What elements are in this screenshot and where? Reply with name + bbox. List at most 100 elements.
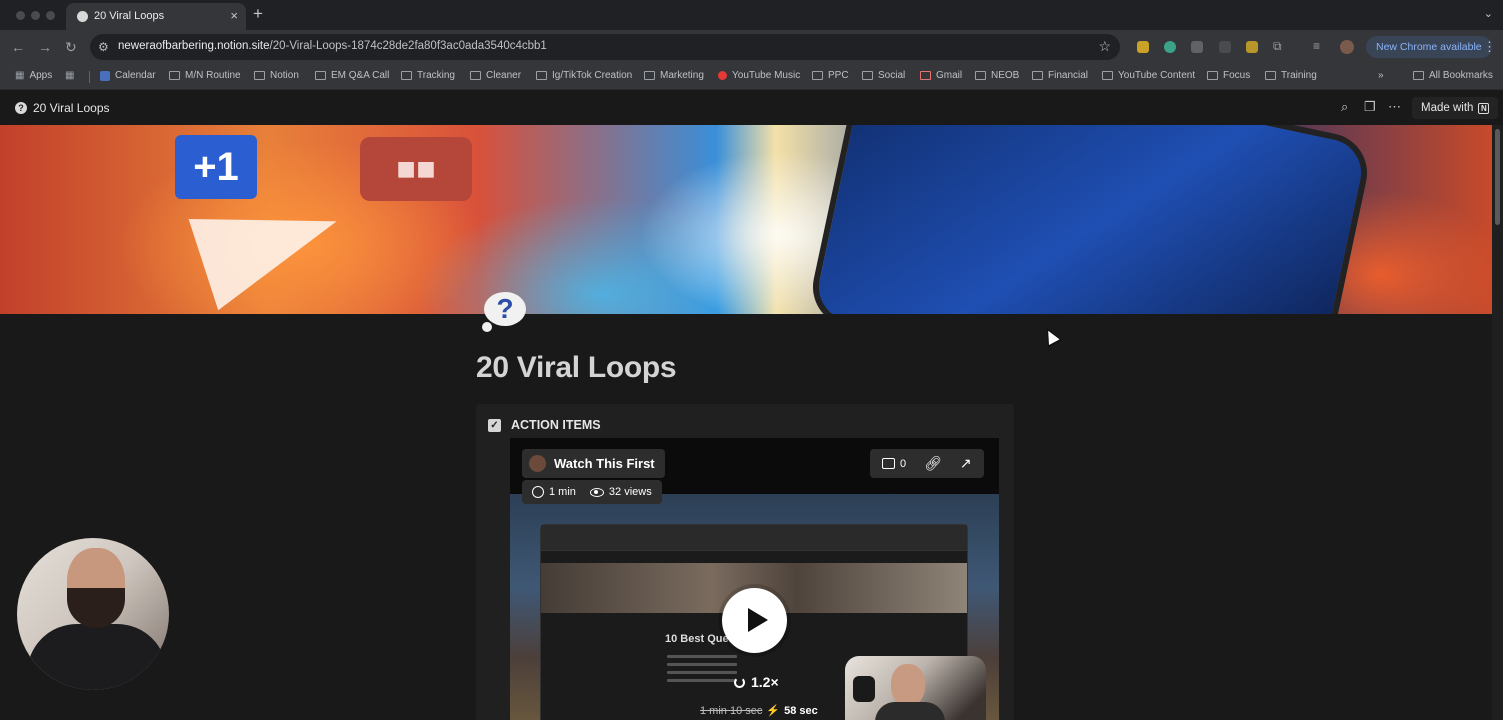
folder-icon xyxy=(1207,71,1218,80)
bookmark-folder[interactable]: Cleaner xyxy=(470,70,521,81)
video-embed[interactable]: 10 Best Ques Watch This First 1 min 32 v… xyxy=(510,438,999,720)
bookmark-all[interactable]: All Bookmarks xyxy=(1413,70,1493,81)
forward-icon[interactable]: → xyxy=(38,39,52,55)
speed-gauge-icon xyxy=(734,676,745,688)
page-title: 20 Viral Loops xyxy=(476,351,677,384)
scrollbar-thumb[interactable] xyxy=(1495,129,1500,225)
lightning-icon: ⚡ xyxy=(766,705,781,717)
cover-chip-graphic: ◼◼ xyxy=(360,137,472,201)
url-text[interactable]: neweraofbarbering.notion.site/20-Viral-L… xyxy=(118,40,547,52)
comment-icon xyxy=(882,458,895,469)
bookmark-folder[interactable]: Ig/TikTok Creation xyxy=(536,70,632,81)
chrome-menu-icon[interactable]: ⋮ xyxy=(1483,39,1496,55)
clock-icon xyxy=(532,486,544,498)
folder-icon xyxy=(169,71,180,80)
eye-icon xyxy=(589,487,604,497)
folder-icon xyxy=(975,71,986,80)
bookmark-folder[interactable]: YouTube Content xyxy=(1102,70,1195,81)
duplicate-icon[interactable]: ❐ xyxy=(1364,99,1376,115)
bookmark-folder[interactable]: PPC xyxy=(812,70,849,81)
video-actions-chip: 0 🔗︎ ↗ xyxy=(870,449,984,478)
bookmark-folder[interactable]: Training xyxy=(1265,70,1317,81)
extension-icon[interactable] xyxy=(1219,41,1231,53)
profile-avatar[interactable] xyxy=(1340,40,1354,54)
bookmark-separator xyxy=(89,71,90,83)
more-bookmarks-icon[interactable]: » xyxy=(1378,70,1384,81)
microphone-graphic xyxy=(853,676,875,702)
chrome-update-button[interactable]: New Chrome available xyxy=(1366,36,1492,58)
link-icon[interactable]: 🔗︎ xyxy=(924,455,942,472)
new-tab-icon[interactable]: + xyxy=(253,4,263,24)
bookmark-folder[interactable]: Focus xyxy=(1207,70,1250,81)
reading-grid-icon[interactable]: ▦ xyxy=(65,70,74,81)
bookmark-folder[interactable]: Social xyxy=(862,70,905,81)
webcam-bubble[interactable] xyxy=(17,538,169,690)
tab-title: 20 Viral Loops xyxy=(94,10,165,22)
close-tab-icon[interactable]: × xyxy=(230,8,238,23)
folder-icon xyxy=(1265,71,1276,80)
callout-title: ACTION ITEMS xyxy=(511,418,601,432)
search-icon[interactable]: ⌕ xyxy=(1341,99,1348,115)
bookmark-folder[interactable]: Notion xyxy=(254,70,299,81)
bookmark-folder[interactable]: EM Q&A Call xyxy=(315,70,389,81)
maximize-window-dot[interactable] xyxy=(46,11,55,20)
browser-tab[interactable]: 20 Viral Loops × xyxy=(66,3,246,30)
breadcrumb[interactable]: 20 Viral Loops xyxy=(33,101,110,115)
extension-icon[interactable] xyxy=(1137,41,1149,53)
video-title-chip[interactable]: Watch This First xyxy=(522,449,665,478)
bookmark-gmail[interactable]: Gmail xyxy=(920,70,962,81)
extension-icon[interactable] xyxy=(1191,41,1203,53)
address-bar[interactable]: ⚙ neweraofbarbering.notion.site/20-Viral… xyxy=(90,34,1120,60)
folder-icon xyxy=(536,71,547,80)
notion-topbar: ? 20 Viral Loops ⌕ ❐ ⋯ Made with N xyxy=(0,91,1503,125)
extension-icon[interactable] xyxy=(1246,41,1258,53)
more-icon[interactable]: ⋯ xyxy=(1388,99,1401,115)
bookmark-star-icon[interactable]: ☆ xyxy=(1098,38,1111,55)
bookmark-folder[interactable]: Marketing xyxy=(644,70,704,81)
folder-icon xyxy=(1102,71,1113,80)
bookmark-apps[interactable]: ▦ Apps xyxy=(15,70,52,81)
gmail-icon xyxy=(920,71,931,80)
bookmark-calendar[interactable]: Calendar xyxy=(100,70,156,81)
made-with-notion-button[interactable]: Made with N xyxy=(1412,97,1499,119)
open-external-icon[interactable]: ↗ xyxy=(960,455,972,472)
checkbox-checked-icon[interactable]: ✓ xyxy=(488,419,501,432)
minimize-window-dot[interactable] xyxy=(31,11,40,20)
mouse-cursor-icon xyxy=(1039,324,1063,348)
bookmark-folder[interactable]: Tracking xyxy=(401,70,455,81)
creator-avatar xyxy=(529,455,546,472)
notion-logo-icon: N xyxy=(1478,102,1490,114)
browser-toolbar: ← → ↻ ⚙ neweraofbarbering.notion.site/20… xyxy=(0,30,1503,64)
page-emoji-icon[interactable]: ? xyxy=(480,288,530,334)
reading-list-icon[interactable]: ≡ xyxy=(1313,39,1320,53)
calendar-icon xyxy=(100,70,110,81)
folder-icon xyxy=(1413,71,1424,80)
bookmark-folder[interactable]: Financial xyxy=(1032,70,1088,81)
bookmark-youtube-music[interactable]: YouTube Music xyxy=(718,70,800,81)
extensions-puzzle-icon[interactable]: ⧉ xyxy=(1273,39,1282,54)
notion-favicon-icon xyxy=(77,11,88,22)
presenter-webcam xyxy=(845,656,986,720)
folder-icon xyxy=(862,71,873,80)
comments-button[interactable]: 0 xyxy=(882,458,906,470)
page-scrollbar[interactable] xyxy=(1492,125,1503,720)
play-button[interactable] xyxy=(722,588,787,653)
playback-speed[interactable]: 1.2× xyxy=(734,674,779,690)
bookmark-folder[interactable]: M/N Routine xyxy=(169,70,241,81)
cover-plus-graphic: +1 xyxy=(175,135,257,199)
site-info-icon[interactable]: ⚙ xyxy=(98,40,109,54)
folder-icon xyxy=(812,71,823,80)
back-icon[interactable]: ← xyxy=(11,39,25,55)
bookmark-folder[interactable]: NEOB xyxy=(975,70,1019,81)
video-meta-chip: 1 min 32 views xyxy=(522,480,662,504)
bookmarks-bar: ▦ Apps ▦ Calendar M/N Routine Notion EM Q… xyxy=(0,64,1503,90)
video-views: 32 views xyxy=(608,486,652,498)
close-window-dot[interactable] xyxy=(16,11,25,20)
extension-icon[interactable] xyxy=(1164,41,1176,53)
duration-savings: 1 min 10 sec ⚡ 58 sec xyxy=(700,704,818,718)
tab-search-chevron-icon[interactable]: ⌄ xyxy=(1484,7,1493,20)
reload-icon[interactable]: ↻ xyxy=(65,39,77,56)
youtube-music-icon xyxy=(718,71,727,80)
play-icon xyxy=(748,608,768,632)
apps-grid-icon: ▦ xyxy=(15,70,25,81)
